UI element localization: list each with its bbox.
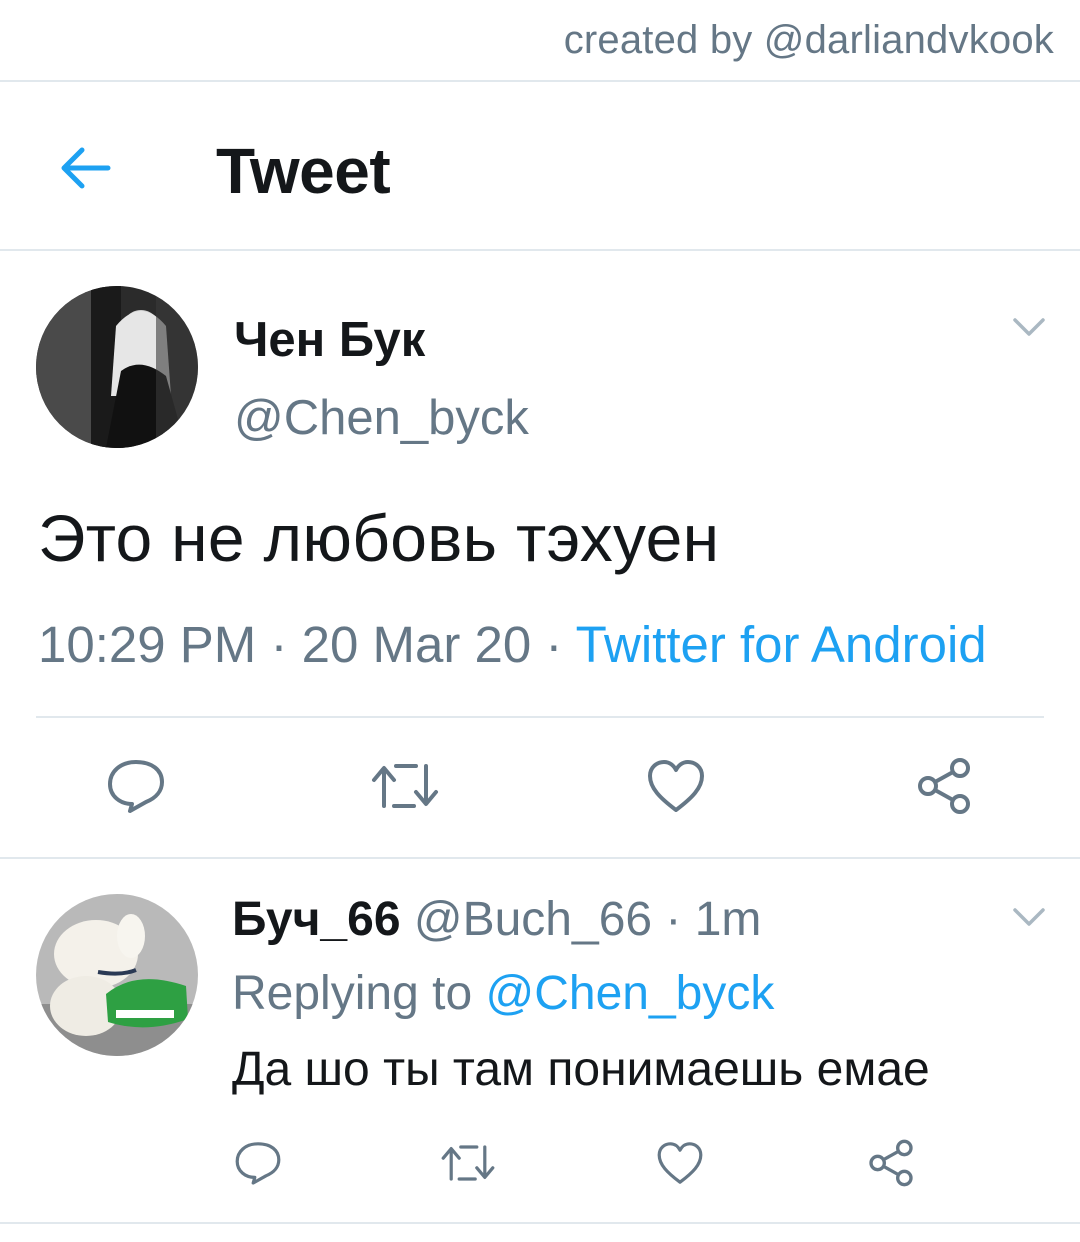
author-avatar[interactable]: [36, 286, 198, 448]
like-icon: [648, 760, 704, 812]
reply-author-handle[interactable]: @Buch_66: [414, 893, 652, 946]
header-divider: [0, 249, 1080, 251]
reply-header: Буч_66 @Buch_66 · 1m: [232, 892, 761, 947]
retweet-button[interactable]: [370, 760, 440, 812]
meta-separator: ·: [531, 616, 576, 673]
share-icon: [918, 758, 970, 814]
header-bar: Tweet: [0, 82, 1080, 250]
author-name[interactable]: Чен Бук: [234, 312, 425, 368]
tweet-time: 10:29 PM: [38, 616, 257, 673]
chevron-down-icon: [1013, 318, 1045, 336]
meta-divider: [36, 716, 1044, 718]
reply-icon: [108, 760, 164, 813]
reply-author-name[interactable]: Буч_66: [232, 893, 401, 946]
reply-age: 1m: [694, 893, 762, 946]
tweet-menu-button[interactable]: [1012, 316, 1046, 340]
meta-separator: ·: [652, 893, 695, 946]
retweet-icon: [441, 1145, 495, 1181]
page-title: Tweet: [216, 135, 391, 207]
author-handle[interactable]: @Chen_byck: [234, 390, 529, 446]
tweet-meta: 10:29 PM · 20 Mar 20 · Twitter for Andro…: [38, 615, 987, 674]
reply-menu-button[interactable]: [1012, 906, 1046, 930]
back-button[interactable]: [58, 140, 114, 196]
tweet-date[interactable]: 20 Mar 20: [302, 616, 532, 673]
reply-share-button[interactable]: [866, 1138, 916, 1188]
reply-button[interactable]: [106, 758, 166, 814]
reply-icon: [235, 1142, 281, 1185]
reply-text: Да шо ты там понимаешь емае: [232, 1043, 930, 1096]
replying-to-mention[interactable]: @Chen_byck: [485, 967, 774, 1020]
reply-author-avatar[interactable]: [36, 894, 198, 1056]
share-icon: [869, 1139, 913, 1187]
replying-to-label: Replying to: [232, 967, 473, 1020]
reply-retweet-button[interactable]: [440, 1142, 496, 1184]
back-arrow-icon: [61, 147, 111, 189]
bottom-divider: [0, 1222, 1080, 1224]
tweet-text: Это не любовь тэхуен: [38, 501, 720, 575]
like-icon: [657, 1142, 703, 1184]
reply-reply-button[interactable]: [234, 1140, 282, 1186]
chevron-down-icon: [1013, 908, 1045, 926]
meta-separator: ·: [256, 616, 302, 673]
watermark: created by @darliandvkook: [563, 18, 1054, 62]
tweet-divider: [0, 857, 1080, 859]
retweet-icon: [372, 764, 438, 808]
replying-to-line: Replying to @Chen_byck: [232, 966, 774, 1021]
reply-like-button[interactable]: [656, 1140, 704, 1186]
like-button[interactable]: [646, 758, 706, 814]
share-button[interactable]: [914, 756, 974, 816]
tweet-source-link[interactable]: Twitter for Android: [576, 616, 987, 673]
